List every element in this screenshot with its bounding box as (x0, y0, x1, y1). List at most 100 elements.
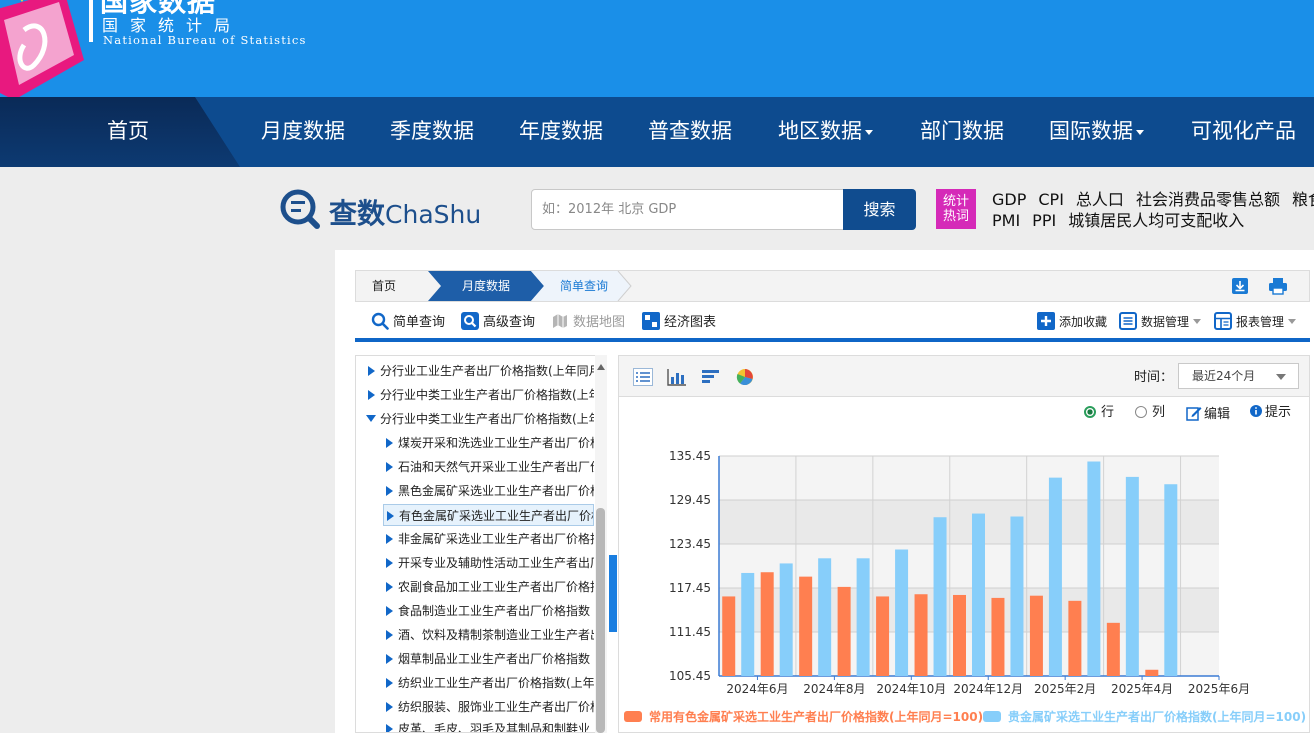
tip-button[interactable]: 提示 (1250, 405, 1291, 421)
tree-item[interactable]: 纺织业工业生产者出厂价格指数(上年同月=100) (386, 672, 594, 694)
bar-series2 (1087, 461, 1101, 676)
tree-item-label: 烟草制品业工业生产者出厂价格指数 (398, 652, 591, 666)
tree-item-label: 煤炭开采和洗选业工业生产者出厂价格指数 (398, 436, 594, 450)
tree-scrollbar-thumb[interactable] (596, 508, 605, 733)
panel-splitter-handle[interactable] (609, 555, 617, 632)
tree-item[interactable]: 分行业工业生产者出厂价格指数(上年同月=100) (368, 360, 594, 382)
hot-word-link[interactable]: 总人口 (1076, 190, 1124, 209)
tree-item[interactable]: 皮革、毛皮、羽毛及其制品和制鞋业 (386, 718, 594, 732)
chashu-logo-icon[interactable] (280, 189, 320, 229)
search-area: 查数ChaShu 如：2012年 北京 GDP 搜索 统计 热词 GDP CPI 总人… (0, 167, 1314, 250)
search-button[interactable]: 搜索 (843, 189, 916, 230)
hot-badge-line2: 热词 (942, 209, 969, 224)
row-radio[interactable]: 行 (1084, 405, 1114, 421)
print-icon[interactable] (1268, 277, 1288, 295)
caret-right-icon (386, 702, 393, 712)
hot-word-link[interactable]: 社会消费品零售总额 (1136, 190, 1280, 209)
economic-charts-label: 经济图表 (664, 315, 717, 330)
bar-series1 (953, 594, 966, 676)
breadcrumb-home[interactable]: 首页 (372, 271, 396, 301)
simple-query-label: 简单查询 (393, 315, 446, 330)
nav-census[interactable]: 普查数据 (648, 97, 732, 167)
horizontal-bar-icon[interactable] (701, 368, 721, 386)
caret-down-icon (366, 415, 376, 422)
table-view-icon[interactable] (633, 368, 653, 386)
bar-series2 (972, 513, 985, 676)
simple-query-tab[interactable]: 简单查询 (371, 312, 445, 332)
bar-chart: 105.45 111.45 117.45 123.45 129.45 135.45 2024… (669, 449, 1250, 696)
pie-chart-icon[interactable] (735, 368, 755, 386)
nav-home[interactable]: 首页 (107, 97, 149, 167)
tree-item[interactable]: 煤炭开采和洗选业工业生产者出厂价格指数 (386, 432, 594, 454)
hot-word-link[interactable]: PPI (1032, 211, 1056, 230)
tree-item[interactable]: 食品制造业工业生产者出厂价格指数 (386, 600, 594, 622)
tree-item[interactable]: 黑色金属矿采选业工业生产者出厂价格指数 (386, 480, 594, 502)
hot-word-link[interactable]: 粮食 (1292, 190, 1314, 209)
chevron-down-icon (1136, 129, 1144, 135)
nav-visualization[interactable]: 可视化产品 (1191, 97, 1296, 167)
hot-words: GDP CPI 总人口社会消费品零售总额粮食 PMI PPI 城镇居民人均可支配收入 (992, 189, 1314, 231)
economic-charts-tab[interactable]: 经济图表 (642, 312, 716, 332)
legend-label: 常用有色金属矿采选工业生产者出厂价格指数(上年同月=100) (649, 710, 984, 724)
bar-series1 (722, 596, 736, 676)
bar-series1 (1068, 600, 1082, 676)
time-range-select[interactable]: 最近24个月 (1178, 363, 1299, 389)
row-radio-label: 行 (1101, 405, 1115, 420)
search-input[interactable]: 如：2012年 北京 GDP (531, 189, 844, 230)
nav-department[interactable]: 部门数据 (920, 97, 1004, 167)
breadcrumb: 首页 月度数据 简单查询 (355, 270, 1310, 302)
chashu-brand[interactable]: 查数ChaShu (329, 192, 481, 232)
nav-regional[interactable]: 地区数据 (778, 97, 873, 167)
tree-item[interactable]: 分行业中类工业生产者出厂价格指数(上年同月=100) (368, 384, 594, 406)
legend-swatch (983, 711, 1001, 722)
chevron-down-icon (1288, 319, 1297, 324)
bar-series2 (895, 549, 909, 676)
caret-right-icon (368, 366, 375, 376)
chashu-brand-en: ChaShu (385, 200, 482, 229)
data-map-tab[interactable]: 数据地图 (551, 312, 625, 332)
data-manage-menu[interactable]: 数据管理 (1119, 312, 1202, 332)
bar-series2 (818, 558, 832, 676)
tree-item[interactable]: 烟草制品业工业生产者出厂价格指数 (386, 648, 594, 670)
tree-item[interactable]: 非金属矿采选业工业生产者出厂价格指数 (386, 528, 594, 550)
nav-quarterly[interactable]: 季度数据 (390, 97, 474, 167)
tree-item[interactable]: 酒、饮料及精制茶制造业工业生产者出厂价格指数 (386, 624, 594, 646)
nbs-logo-emblem-icon[interactable] (0, 0, 84, 97)
time-label: 时间： (1134, 370, 1174, 385)
nav-annual[interactable]: 年度数据 (519, 97, 603, 167)
tree-item[interactable]: 纺织服装、服饰业工业生产者出厂价格指数 (386, 696, 594, 718)
hot-word-link[interactable]: 城镇居民人均可支配收入 (1068, 211, 1244, 230)
x-tick-label: 2025年2月 (1034, 682, 1096, 696)
legend-item-series1[interactable]: 常用有色金属矿采选工业生产者出厂价格指数(上年同月=100) (624, 709, 983, 725)
y-tick-label: 117.45 (669, 581, 711, 595)
nav-monthly[interactable]: 月度数据 (261, 97, 345, 167)
hot-word-link[interactable]: CPI (1038, 190, 1064, 209)
edit-icon (1186, 407, 1202, 421)
scroll-up-icon[interactable] (596, 363, 606, 371)
column-radio[interactable]: 列 (1135, 405, 1165, 421)
caret-right-icon (386, 534, 393, 544)
tree-item[interactable]: 开采专业及辅助性活动工业生产者出厂价格指数 (386, 552, 594, 574)
edit-button[interactable]: 编辑 (1186, 405, 1230, 423)
nav-international[interactable]: 国际数据 (1049, 97, 1144, 167)
advanced-query-tab[interactable]: 高级查询 (461, 312, 535, 332)
x-tick-label: 2024年10月 (876, 682, 946, 696)
download-icon[interactable] (1231, 277, 1249, 295)
tree-item[interactable]: 石油和天然气开采业工业生产者出厂价格指数 (386, 456, 594, 478)
report-manage-menu[interactable]: 报表管理 (1214, 312, 1297, 332)
bar-series2 (856, 558, 870, 676)
legend-item-series2[interactable]: 贵金属矿采选工业生产者出厂价格指数(上年同月=100) (983, 709, 1306, 725)
breadcrumb-monthly[interactable]: 月度数据 (462, 271, 510, 301)
tree-item-label: 纺织业工业生产者出厂价格指数(上年同月=100) (398, 676, 594, 690)
tree-item[interactable]: 农副食品加工业工业生产者出厂价格指数 (386, 576, 594, 598)
bar-chart-icon[interactable] (667, 368, 687, 386)
tree-item[interactable]: 分行业中类工业生产者出厂价格指数(上年同月=100) (366, 408, 594, 430)
chashu-brand-cn: 查数 (329, 197, 386, 230)
caret-right-icon (368, 390, 375, 400)
hot-word-link[interactable]: GDP (992, 190, 1026, 209)
add-favorite-button[interactable]: 添加收藏 (1037, 312, 1107, 332)
indicator-tree: 分行业工业生产者出厂价格指数(上年同月=100) 分行业中类工业生产者出厂价格指… (355, 355, 607, 733)
hot-word-link[interactable]: PMI (992, 211, 1020, 230)
tree-item-selected[interactable]: 有色金属矿采选业工业生产者出厂价格指数 (383, 504, 594, 526)
breadcrumb-simple-query[interactable]: 简单查询 (560, 271, 608, 301)
